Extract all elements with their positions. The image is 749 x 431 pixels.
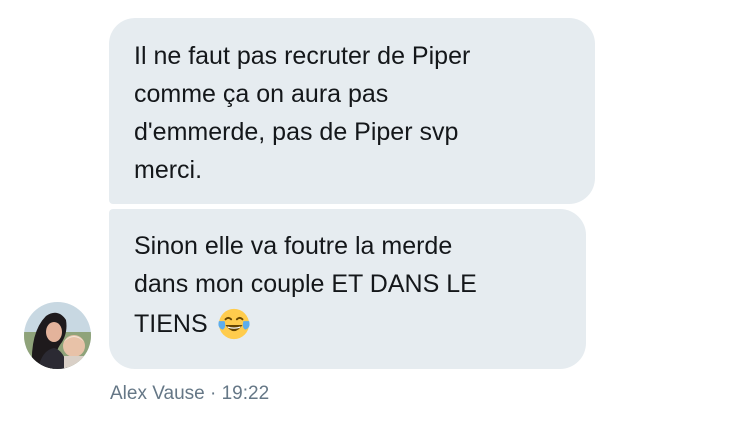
avatar-photo xyxy=(24,302,91,369)
message-text-1: Il ne faut pas recruter de Piper comme ç… xyxy=(134,42,471,184)
message-line-1: Sinon elle va foutre la merde xyxy=(134,232,453,260)
message-meta: Alex Vause · 19:22 xyxy=(110,383,269,405)
message-bubble-2: Sinon elle va foutre la merde dans mon c… xyxy=(109,209,586,369)
message-bubble-1: Il ne faut pas recruter de Piper comme ç… xyxy=(109,18,595,204)
sender-name[interactable]: Alex Vause xyxy=(110,383,205,404)
message-line-2: dans mon couple ET DANS LE xyxy=(134,270,477,298)
avatar[interactable] xyxy=(24,302,91,369)
message-time: 19:22 xyxy=(221,383,270,404)
message-line-3: TIENS xyxy=(134,310,208,338)
meta-separator: · xyxy=(209,383,217,404)
face-with-tears-of-joy-icon xyxy=(218,308,250,340)
